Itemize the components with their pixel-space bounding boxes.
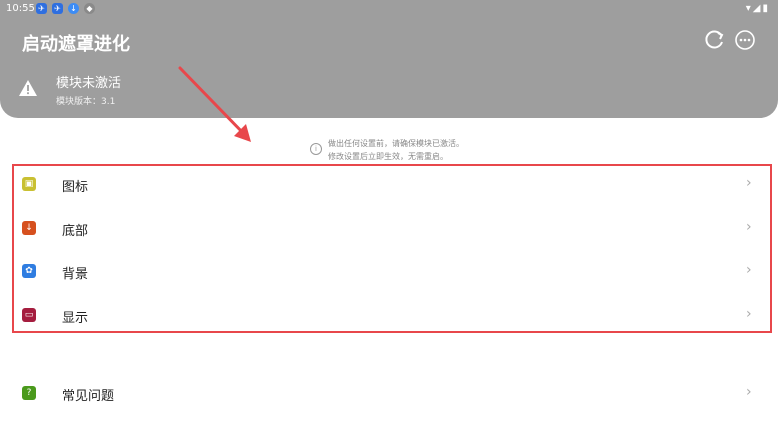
- shield-icon: ◆: [84, 3, 95, 14]
- chevron-right-icon: ›: [746, 262, 752, 278]
- notice-text: 做出任何设置前，请确保模块已激活。 修改设置后立即生效，无需重启。: [328, 137, 464, 163]
- palette-icon: ✿: [22, 264, 36, 278]
- page-title: 启动遮罩进化: [22, 34, 130, 55]
- app-header: 10:55 ✈ ✈ ↓ ◆ ▾◢▮ 启动遮罩进化 模块未激活 模块版本：3.1: [0, 0, 778, 118]
- settings-item-background[interactable]: ✿ 背景 ›: [0, 250, 778, 294]
- more-icon[interactable]: [734, 29, 756, 51]
- bird-icon: ✈: [36, 3, 47, 14]
- settings-item-label: 背景: [62, 267, 89, 282]
- download-icon: ↓: [68, 3, 79, 14]
- settings-item-icon[interactable]: ▣ 图标 ›: [0, 163, 778, 207]
- question-icon: ?: [22, 386, 36, 400]
- notice-line-1: 做出任何设置前，请确保模块已激活。: [328, 139, 464, 148]
- settings-item-bottom[interactable]: ↓ 底部 ›: [0, 207, 778, 251]
- notice-line-2: 修改设置后立即生效，无需重启。: [328, 152, 448, 161]
- settings-item-faq[interactable]: ? 常见问题 ›: [0, 372, 778, 416]
- settings-item-label: 显示: [62, 311, 89, 326]
- status-time: 10:55: [6, 3, 35, 14]
- chevron-right-icon: ›: [746, 384, 752, 400]
- chevron-right-icon: ›: [746, 175, 752, 191]
- chevron-right-icon: ›: [746, 306, 752, 322]
- bird-icon: ✈: [52, 3, 63, 14]
- settings-item-label: 图标: [62, 180, 89, 195]
- module-version: 模块版本：3.1: [56, 97, 116, 107]
- warning-icon: [19, 80, 37, 96]
- download-icon: ↓: [22, 221, 36, 235]
- status-bar: 10:55 ✈ ✈ ↓ ◆ ▾◢▮: [0, 0, 778, 18]
- refresh-icon[interactable]: [704, 29, 726, 51]
- image-icon: ▣: [22, 177, 36, 191]
- settings-item-display[interactable]: ▭ 显示 ›: [0, 294, 778, 338]
- display-icon: ▭: [22, 308, 36, 322]
- settings-item-label: 常见问题: [62, 389, 115, 404]
- chevron-right-icon: ›: [746, 219, 752, 235]
- settings-item-label: 底部: [62, 224, 89, 239]
- status-right-icons: ▾◢▮: [745, 3, 770, 14]
- module-status-title: 模块未激活: [56, 76, 122, 91]
- info-icon: i: [310, 143, 322, 155]
